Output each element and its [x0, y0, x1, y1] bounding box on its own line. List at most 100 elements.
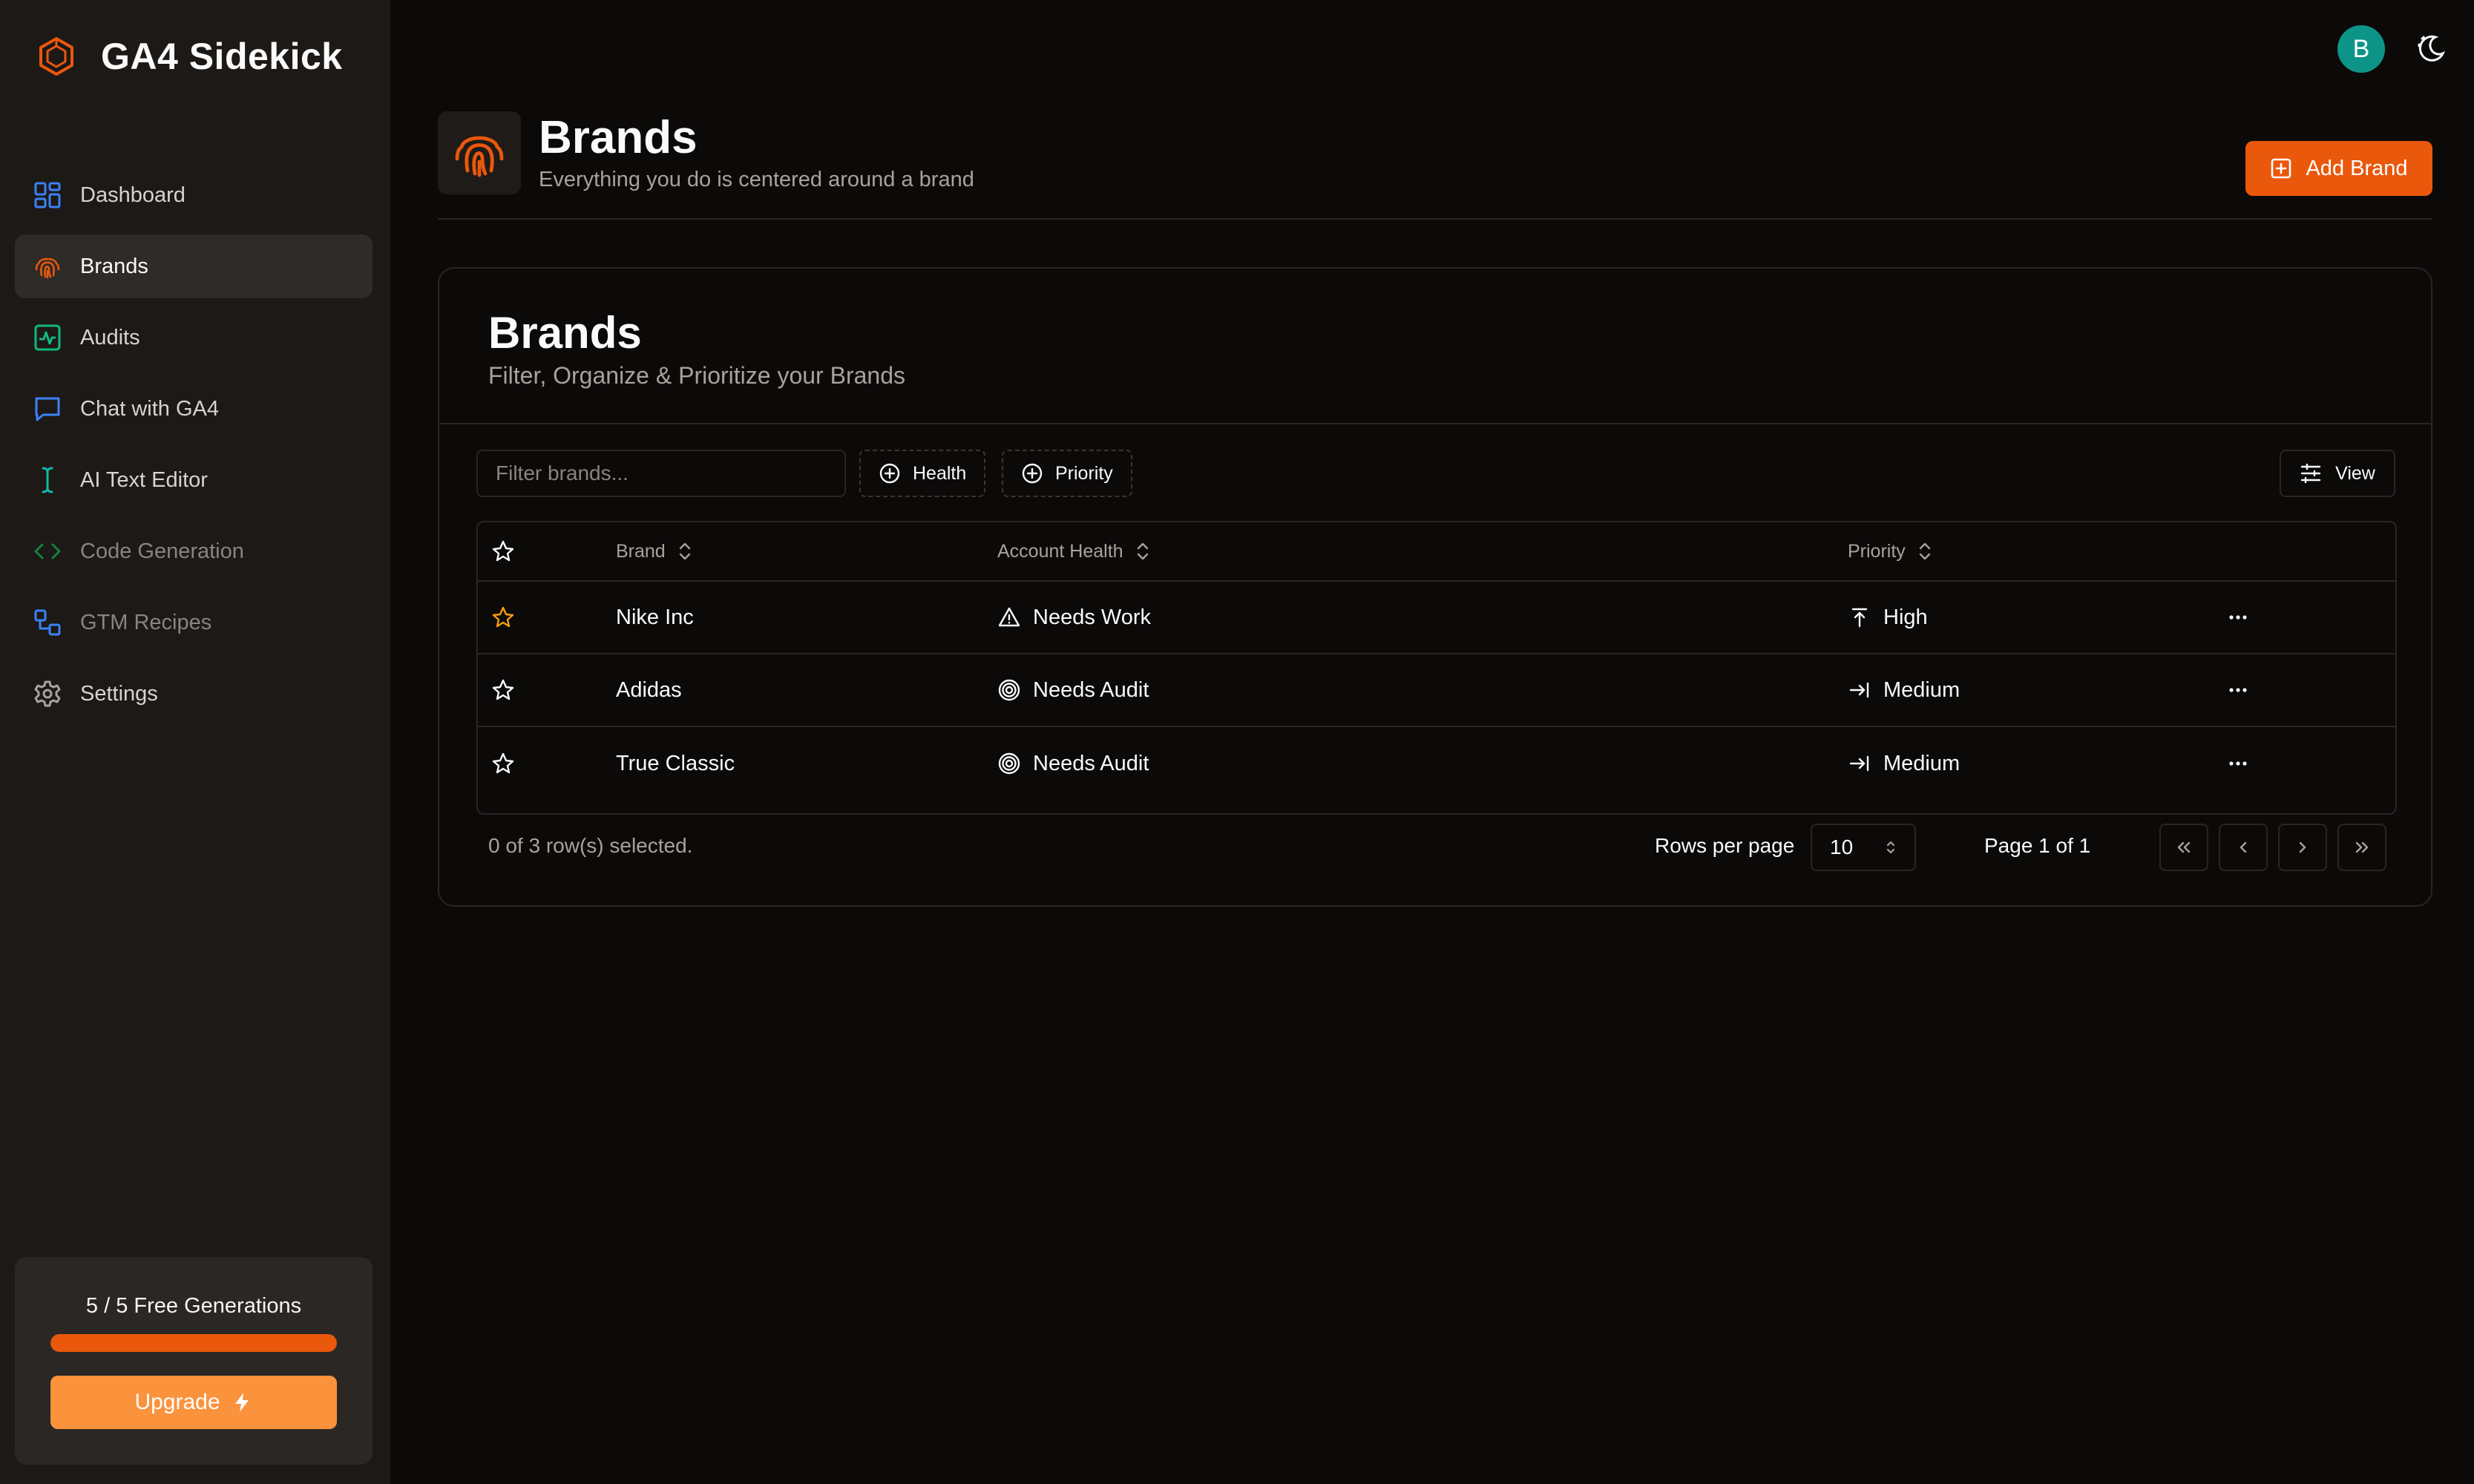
row-actions-button[interactable]: [2226, 654, 2250, 726]
row-actions-button[interactable]: [2226, 582, 2250, 653]
free-generations-label: 5 / 5 Free Generations: [85, 1294, 302, 1318]
first-page-button[interactable]: [2159, 824, 2208, 871]
workflow-icon: [34, 609, 61, 636]
gear-icon: [34, 680, 61, 707]
row-actions-button[interactable]: [2226, 727, 2250, 800]
chevrons-right-icon: [2355, 841, 2369, 853]
table-row[interactable]: Adidas Needs Audit Medium: [478, 654, 2395, 727]
priority-value: Medium: [1883, 751, 1961, 775]
health-status: Needs Work: [1033, 605, 1152, 629]
more-horizontal-icon: [2229, 615, 2247, 620]
sidebar-item-brands[interactable]: Brands: [15, 234, 373, 298]
page-icon-box: [438, 111, 521, 194]
activity-icon: [34, 324, 61, 351]
sidebar-item-label: AI Text Editor: [80, 467, 208, 492]
chat-icon: [35, 397, 60, 421]
priority-cell: High: [1848, 582, 1928, 653]
generations-progress-fill: [50, 1334, 337, 1352]
user-avatar[interactable]: B: [2337, 25, 2385, 73]
star-icon: [492, 752, 514, 774]
row-star-toggle[interactable]: [491, 582, 515, 653]
sidebar-item-chat[interactable]: Chat with GA4: [15, 377, 373, 441]
dashboard-icon: [34, 182, 61, 209]
brand-cell: Adidas: [616, 654, 682, 726]
fingerprint-icon: [455, 136, 504, 177]
brand-name: Adidas: [616, 677, 682, 702]
add-brand-button[interactable]: Add Brand: [2245, 141, 2432, 196]
health-filter-label: Health: [913, 462, 967, 484]
warning-triangle-icon: [998, 607, 1020, 627]
health-filter-button[interactable]: Health: [859, 450, 986, 497]
code-icon: [34, 543, 61, 559]
header-star-cell[interactable]: [491, 522, 515, 580]
row-star-toggle[interactable]: [491, 727, 515, 800]
star-icon: [492, 606, 514, 628]
logo[interactable]: GA4 Sidekick: [34, 34, 343, 79]
priority-cell: Medium: [1848, 727, 1960, 800]
text-cursor-icon: [42, 467, 53, 493]
sidebar-item-settings[interactable]: Settings: [15, 662, 373, 726]
table-row[interactable]: True Classic Needs Audit Medium: [478, 727, 2395, 800]
column-header-brand[interactable]: Brand: [616, 522, 694, 580]
arrow-up-to-line-icon: [1851, 608, 1868, 628]
sliders-icon: [2300, 463, 2321, 484]
priority-filter-button[interactable]: Priority: [1002, 450, 1132, 497]
upgrade-label: Upgrade: [134, 1390, 220, 1414]
filter-brands-input[interactable]: [476, 450, 846, 497]
column-priority-label: Priority: [1848, 540, 1906, 562]
chevron-right-icon: [2299, 841, 2306, 853]
plus-circle-icon: [1022, 463, 1043, 484]
target-icon: [998, 752, 1020, 775]
view-options-label: View: [2335, 462, 2375, 484]
arrow-right-to-line-icon: [1849, 755, 1869, 772]
column-health-label: Account Health: [997, 540, 1123, 562]
table-row[interactable]: Nike Inc Needs Work High: [478, 582, 2395, 654]
fingerprint-icon: [35, 257, 60, 279]
sidebar-item-label: Chat with GA4: [80, 396, 219, 421]
next-page-button[interactable]: [2278, 824, 2327, 871]
sidebar-item-label: Audits: [80, 325, 140, 349]
sidebar-item-label: Brands: [80, 254, 148, 278]
chevrons-up-down-icon: [1137, 542, 1148, 560]
sidebar-item-label: Settings: [80, 681, 158, 706]
column-header-priority[interactable]: Priority: [1848, 522, 1934, 580]
chevrons-up-down-icon: [1919, 542, 1930, 560]
sidebar-item-gtm-recipes[interactable]: GTM Recipes: [15, 591, 373, 654]
last-page-button[interactable]: [2337, 824, 2386, 871]
theme-toggle-icon[interactable]: [2413, 31, 2449, 67]
sidebar: GA4 Sidekick Dashboard Brands Audits Cha…: [0, 0, 390, 1484]
app-root: GA4 Sidekick Dashboard Brands Audits Cha…: [0, 0, 2474, 1484]
logo-icon: [39, 37, 73, 76]
plus-square-icon: [2271, 158, 2291, 179]
lightning-icon: [234, 1393, 249, 1412]
health-cell: Needs Audit: [997, 727, 1149, 800]
brand-name: Nike Inc: [616, 605, 694, 629]
health-cell: Needs Audit: [997, 654, 1149, 726]
row-star-toggle[interactable]: [491, 654, 515, 726]
health-cell: Needs Work: [997, 582, 1151, 653]
column-header-health[interactable]: Account Health: [997, 522, 1152, 580]
priority-cell: Medium: [1848, 654, 1960, 726]
sidebar-item-code-generation[interactable]: Code Generation: [15, 519, 373, 583]
view-options-button[interactable]: View: [2280, 450, 2395, 497]
upgrade-button[interactable]: Upgrade: [50, 1376, 337, 1429]
previous-page-button[interactable]: [2219, 824, 2268, 871]
priority-value: High: [1883, 605, 1928, 629]
rows-per-page-select[interactable]: 10: [1811, 824, 1916, 871]
brand-cell: Nike Inc: [616, 582, 694, 653]
selection-count: 0 of 3 row(s) selected.: [488, 834, 693, 857]
chevrons-up-down-icon: [679, 542, 690, 560]
sidebar-item-audits[interactable]: Audits: [15, 306, 373, 370]
chevron-left-icon: [2240, 841, 2247, 853]
arrow-right-to-line-icon: [1849, 682, 1869, 698]
brands-table: Brand Account Health Priority Nike Inc N…: [476, 521, 2397, 815]
page-indicator: Page 1 of 1: [1984, 834, 2091, 857]
brands-card: Brands Filter, Organize & Prioritize you…: [438, 267, 2432, 907]
sidebar-item-ai-text-editor[interactable]: AI Text Editor: [15, 448, 373, 512]
more-horizontal-icon: [2229, 688, 2247, 692]
star-icon: [492, 540, 514, 562]
sidebar-item-dashboard[interactable]: Dashboard: [15, 163, 373, 227]
add-brand-label: Add Brand: [2306, 156, 2408, 180]
free-generations-card: 5 / 5 Free Generations Upgrade: [15, 1257, 373, 1465]
sidebar-item-label: Dashboard: [80, 183, 186, 207]
